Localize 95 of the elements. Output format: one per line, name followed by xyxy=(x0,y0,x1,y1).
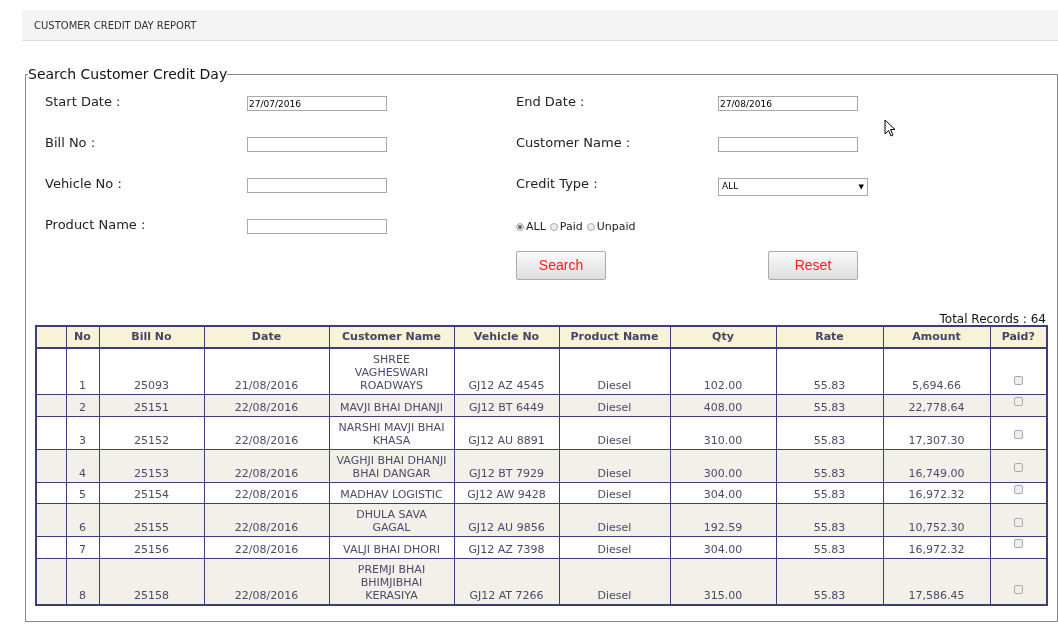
table-cell: Diesel xyxy=(559,482,670,504)
radio-label: ALL xyxy=(526,218,546,235)
table-cell: 22/08/2016 xyxy=(204,416,329,449)
table-cell: 25093 xyxy=(99,348,204,395)
table-cell: 55.83 xyxy=(776,394,883,416)
table-cell: 55.83 xyxy=(776,503,883,537)
table-cell: Diesel xyxy=(559,536,670,558)
table-cell: GJ12 BT 6449 xyxy=(454,394,559,416)
paid-checkbox[interactable] xyxy=(1013,397,1023,406)
table-cell: MAVJI BHAI DHANJI xyxy=(329,394,454,416)
table-cell: GJ12 AU 9856 xyxy=(454,503,559,537)
table-cell: 192.59 xyxy=(670,503,776,537)
radio-button[interactable] xyxy=(549,223,558,231)
table-cell: 22/08/2016 xyxy=(204,482,329,504)
table-cell: GJ12 AZ 7398 xyxy=(454,536,559,558)
table-cell: 25153 xyxy=(99,449,204,482)
table-cell: 16,749.00 xyxy=(883,449,990,482)
table-cell: 5,694.66 xyxy=(883,348,990,395)
paid-checkbox[interactable] xyxy=(1013,517,1023,527)
table-cell: Diesel xyxy=(559,416,670,449)
table-cell: 21/08/2016 xyxy=(204,348,329,395)
total-records: Total Records : 64 xyxy=(939,312,1046,326)
table-cell: Diesel xyxy=(559,503,670,537)
field-label: Start Date : xyxy=(45,94,122,110)
table-cell: 408.00 xyxy=(670,394,776,416)
field-label: Customer Name : xyxy=(516,135,632,151)
table-cell: 22/08/2016 xyxy=(204,449,329,482)
table-cell: SHREE VAGHESWARI ROADWAYS xyxy=(329,348,454,395)
table-cell: 25156 xyxy=(99,536,204,558)
table-cell: MADHAV LOGISTIC xyxy=(329,482,454,504)
paid-checkbox[interactable] xyxy=(1013,375,1023,385)
table-cell: 55.83 xyxy=(776,536,883,558)
table-cell: DHULA SAVA GAGAL xyxy=(329,503,454,537)
table-cell: GJ12 AU 8891 xyxy=(454,416,559,449)
field-label: Product Name : xyxy=(45,217,147,233)
table-cell: 310.00 xyxy=(670,416,776,449)
table-cell: 22,778.64 xyxy=(883,394,990,416)
text-field[interactable] xyxy=(247,137,387,152)
table-cell: GJ12 AW 9428 xyxy=(454,482,559,504)
table-cell: 25155 xyxy=(99,503,204,537)
paid-checkbox[interactable] xyxy=(1013,585,1023,594)
table-cell: 55.83 xyxy=(776,416,883,449)
paid-checkbox[interactable] xyxy=(1013,484,1023,494)
table-cell: 3 xyxy=(66,416,99,449)
table-cell: Diesel xyxy=(559,394,670,416)
table-cell: 16,972.32 xyxy=(883,482,990,504)
radio-label: Paid xyxy=(559,218,583,235)
field-label: Bill No : xyxy=(45,135,97,151)
table-cell: 102.00 xyxy=(670,348,776,395)
table-cell: 22/08/2016 xyxy=(204,536,329,558)
paid-checkbox[interactable] xyxy=(1013,430,1023,439)
field-label: Vehicle No : xyxy=(45,176,123,192)
table-cell: 55.83 xyxy=(776,348,883,395)
field-label: End Date : xyxy=(516,94,586,110)
table-cell: 17,307.30 xyxy=(883,416,990,449)
table-cell: 25152 xyxy=(99,416,204,449)
text-field[interactable] xyxy=(247,178,387,193)
table-cell: 2 xyxy=(66,394,99,416)
table-cell: GJ12 AZ 4545 xyxy=(454,348,559,395)
table-cell: 22/08/2016 xyxy=(204,394,329,416)
field-label: Credit Type : xyxy=(516,176,599,192)
page-title: CUSTOMER CREDIT DAY REPORT xyxy=(34,18,197,33)
table-cell: 16,972.32 xyxy=(883,536,990,558)
panel-legend: Search Customer Credit Day xyxy=(28,64,228,85)
text-field[interactable] xyxy=(247,219,387,234)
text-field[interactable]: 27/07/2016 xyxy=(247,96,387,111)
paid-checkbox[interactable] xyxy=(1013,463,1023,472)
table-cell: 300.00 xyxy=(670,449,776,482)
table-cell: 1 xyxy=(66,348,99,395)
table-cell: VALJI BHAI DHORI xyxy=(329,536,454,558)
table-cell: VAGHJI BHAI DHANJI BHAI DANGAR xyxy=(329,449,454,482)
radio-button[interactable] xyxy=(586,223,595,231)
table-cell: 304.00 xyxy=(670,482,776,504)
dropdown-value: ALL xyxy=(722,180,739,194)
table-cell: 4 xyxy=(66,449,99,482)
table-cell: 10,752.30 xyxy=(883,503,990,537)
table-cell: 55.83 xyxy=(776,449,883,482)
table-cell: Diesel xyxy=(559,449,670,482)
text-field[interactable] xyxy=(718,137,858,152)
table-cell: 25154 xyxy=(99,482,204,504)
table-cell: Diesel xyxy=(559,348,670,395)
text-field[interactable]: 27/08/2016 xyxy=(718,96,858,111)
table-cell: 304.00 xyxy=(670,536,776,558)
table-cell: 55.83 xyxy=(776,482,883,504)
table-cell: NARSHI MAVJI BHAI KHASA xyxy=(329,416,454,449)
radio-label: Unpaid xyxy=(596,218,636,235)
table-cell: 6 xyxy=(66,503,99,537)
table-cell: 25151 xyxy=(99,394,204,416)
mouse-pointer-icon xyxy=(884,119,896,138)
radio-button[interactable] xyxy=(516,223,524,231)
table-cell: GJ12 BT 7929 xyxy=(454,449,559,482)
table-cell: 5 xyxy=(66,482,99,504)
paid-checkbox[interactable] xyxy=(1013,539,1023,548)
table-cell: 7 xyxy=(66,536,99,558)
table-cell: 22/08/2016 xyxy=(204,503,329,537)
